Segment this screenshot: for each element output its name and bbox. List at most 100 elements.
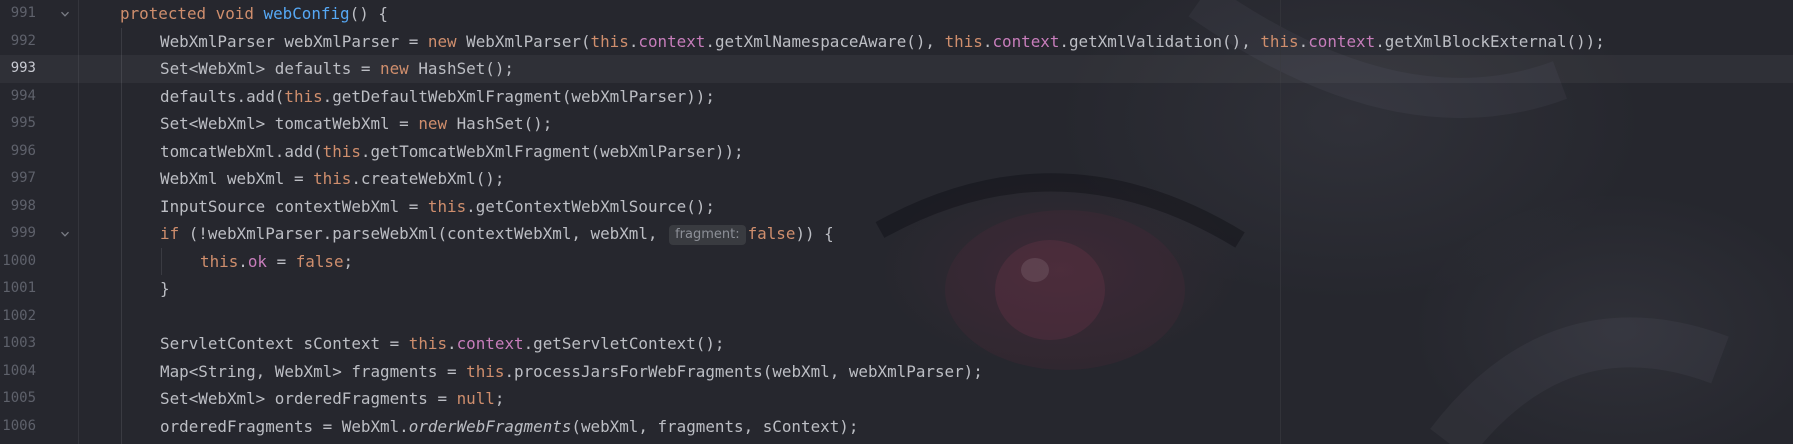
code-line[interactable]: 997 WebXml webXml = this.createWebXml();	[0, 165, 1793, 193]
code-token: this	[427, 196, 467, 216]
line-number[interactable]: 993	[0, 55, 36, 83]
code-line[interactable]: 1001}	[0, 275, 1793, 303]
code-line[interactable]: 1003 ServletContext sContext = this.conte…	[0, 330, 1793, 358]
line-number[interactable]: 1003	[0, 330, 36, 358]
code-token: }	[160, 279, 170, 298]
chevron-down-icon[interactable]	[60, 9, 70, 19]
code-token: .getTomcatWebXmlFragment(webXmlParser));	[360, 141, 744, 161]
line-number[interactable]: 994	[0, 83, 36, 111]
code-token: .getXmlBlockExternal());	[1375, 31, 1605, 51]
code-lines[interactable]: 991 protected void webConfig() { 992 WebXml…	[0, 0, 1793, 440]
code-token: WebXml webXml =	[160, 169, 314, 188]
line-number[interactable]: 1001	[0, 275, 36, 303]
code-line[interactable]: 1005 Set<WebXml> orderedFragments = null;	[0, 385, 1793, 413]
code-token: ok	[247, 251, 267, 271]
code-text[interactable]: orderedFragments = WebXml.orderWebFragme…	[160, 413, 858, 441]
code-token: false	[747, 224, 796, 243]
code-token: .getDefaultWebXmlFragment(webXmlParser))…	[322, 86, 715, 106]
code-text[interactable]: tomcatWebXml.add(this.getTomcatWebXmlFra…	[160, 138, 744, 166]
code-token: this	[944, 31, 983, 51]
code-token: .getServletContext();	[523, 334, 725, 353]
line-number[interactable]: 1005	[0, 385, 36, 413]
chevron-down-icon[interactable]	[60, 229, 70, 239]
line-number[interactable]: 991	[0, 0, 36, 28]
code-token: .getXmlValidation(),	[1059, 31, 1261, 51]
code-editor[interactable]: 991 protected void webConfig() { 992 WebXml…	[0, 0, 1793, 444]
code-token: new	[427, 31, 467, 51]
code-token: this	[408, 334, 448, 353]
line-number[interactable]: 997	[0, 165, 36, 193]
code-token: false	[295, 251, 344, 271]
code-text[interactable]: Set<WebXml> defaults = new HashSet();	[160, 55, 514, 83]
code-token: .	[628, 31, 639, 51]
code-token: orderedFragments = WebXml.	[160, 416, 409, 436]
code-token: Set<WebXml> tomcatWebXml =	[160, 114, 419, 133]
code-line[interactable]: 994 defaults.add(this.getDefaultWebXmlFra…	[0, 83, 1793, 111]
code-token: new	[418, 114, 457, 133]
code-token: ;	[343, 251, 354, 271]
code-token: .	[447, 334, 457, 353]
code-text[interactable]: protected void webConfig() {	[120, 0, 388, 28]
line-number[interactable]: 995	[0, 110, 36, 138]
line-number[interactable]: 1006	[0, 413, 36, 441]
code-token: .createWebXml();	[351, 169, 505, 188]
code-line[interactable]: 1000 this.ok = false;	[0, 248, 1793, 276]
code-token: this	[590, 31, 629, 51]
code-text[interactable]: Map<String, WebXml> fragments = this.pro…	[160, 358, 983, 386]
code-line[interactable]: 996 tomcatWebXml.add(this.getTomcatWebXml…	[0, 138, 1793, 166]
code-token: new	[380, 59, 419, 78]
code-text[interactable]: ServletContext sContext = this.context.g…	[160, 330, 725, 358]
code-token: ServletContext sContext =	[160, 334, 409, 353]
code-token: Set<WebXml> defaults =	[160, 59, 381, 78]
code-token: HashSet();	[456, 114, 553, 133]
code-text[interactable]: this.ok = false;	[200, 248, 353, 276]
code-text[interactable]: WebXml webXml = this.createWebXml();	[160, 165, 504, 193]
line-number[interactable]: 1004	[0, 358, 36, 386]
line-number[interactable]: 998	[0, 193, 36, 221]
code-token: context	[1308, 31, 1376, 51]
code-token: tomcatWebXml.add(	[160, 141, 323, 161]
code-line[interactable]: 995 Set<WebXml> tomcatWebXml = new HashSe…	[0, 110, 1793, 138]
code-line[interactable]: 991 protected void webConfig() {	[0, 0, 1793, 28]
code-text[interactable]: WebXmlParser webXmlParser = new WebXmlPa…	[160, 28, 1605, 56]
code-token: .getContextWebXmlSource();	[466, 196, 715, 216]
code-text[interactable]: }	[160, 275, 170, 303]
code-token: context	[456, 334, 524, 353]
code-token: () {	[349, 4, 388, 23]
code-line[interactable]: 993 Set<WebXml> defaults = new HashSet();	[0, 55, 1793, 83]
code-text[interactable]: Set<WebXml> orderedFragments = null;	[160, 385, 504, 413]
code-token: context	[992, 31, 1060, 51]
code-token: orderWebFragments	[408, 416, 572, 436]
code-line[interactable]: 992 WebXmlParser webXmlParser = new WebXm…	[0, 28, 1793, 56]
line-number[interactable]: 1000	[0, 248, 36, 276]
code-text[interactable]: InputSource contextWebXml = this.getCont…	[160, 193, 715, 221]
code-token: (!webXmlParser.parseWebXml(contextWebXml…	[188, 224, 668, 243]
code-token: Set<WebXml> orderedFragments =	[160, 389, 457, 408]
code-token: this	[466, 361, 505, 381]
line-number[interactable]: 996	[0, 138, 36, 166]
code-line[interactable]: 1006 orderedFragments = WebXml.orderWebFr…	[0, 413, 1793, 441]
code-line[interactable]: 1002	[0, 303, 1793, 331]
code-line[interactable]: 998 InputSource contextWebXml = this.getC…	[0, 193, 1793, 221]
inlay-parameter-hint: fragment:	[669, 225, 746, 245]
code-token: this	[313, 169, 352, 188]
code-token: Map<String, WebXml> fragments =	[160, 361, 467, 381]
code-token: this	[200, 251, 239, 271]
code-token: if	[160, 224, 189, 243]
code-token: (webXml, fragments, sContext);	[571, 416, 859, 436]
code-token: .	[982, 31, 993, 51]
code-token: .	[1298, 31, 1309, 51]
code-token: webConfig	[263, 4, 350, 23]
code-token: InputSource contextWebXml =	[160, 196, 428, 216]
line-number[interactable]: 999	[0, 220, 36, 248]
code-text[interactable]: defaults.add(this.getDefaultWebXmlFragme…	[160, 83, 715, 111]
code-text[interactable]: Set<WebXml> tomcatWebXml = new HashSet()…	[160, 110, 552, 138]
code-token: this	[322, 141, 361, 161]
code-line[interactable]: 999 if (!webXmlParser.parseWebXml(context…	[0, 220, 1793, 248]
code-line[interactable]: 1004 Map<String, WebXml> fragments = this…	[0, 358, 1793, 386]
line-number[interactable]: 1002	[0, 303, 36, 331]
code-token: this	[284, 86, 323, 106]
code-token: WebXmlParser(	[466, 31, 591, 51]
line-number[interactable]: 992	[0, 28, 36, 56]
code-text[interactable]: if (!webXmlParser.parseWebXml(contextWeb…	[160, 220, 834, 248]
